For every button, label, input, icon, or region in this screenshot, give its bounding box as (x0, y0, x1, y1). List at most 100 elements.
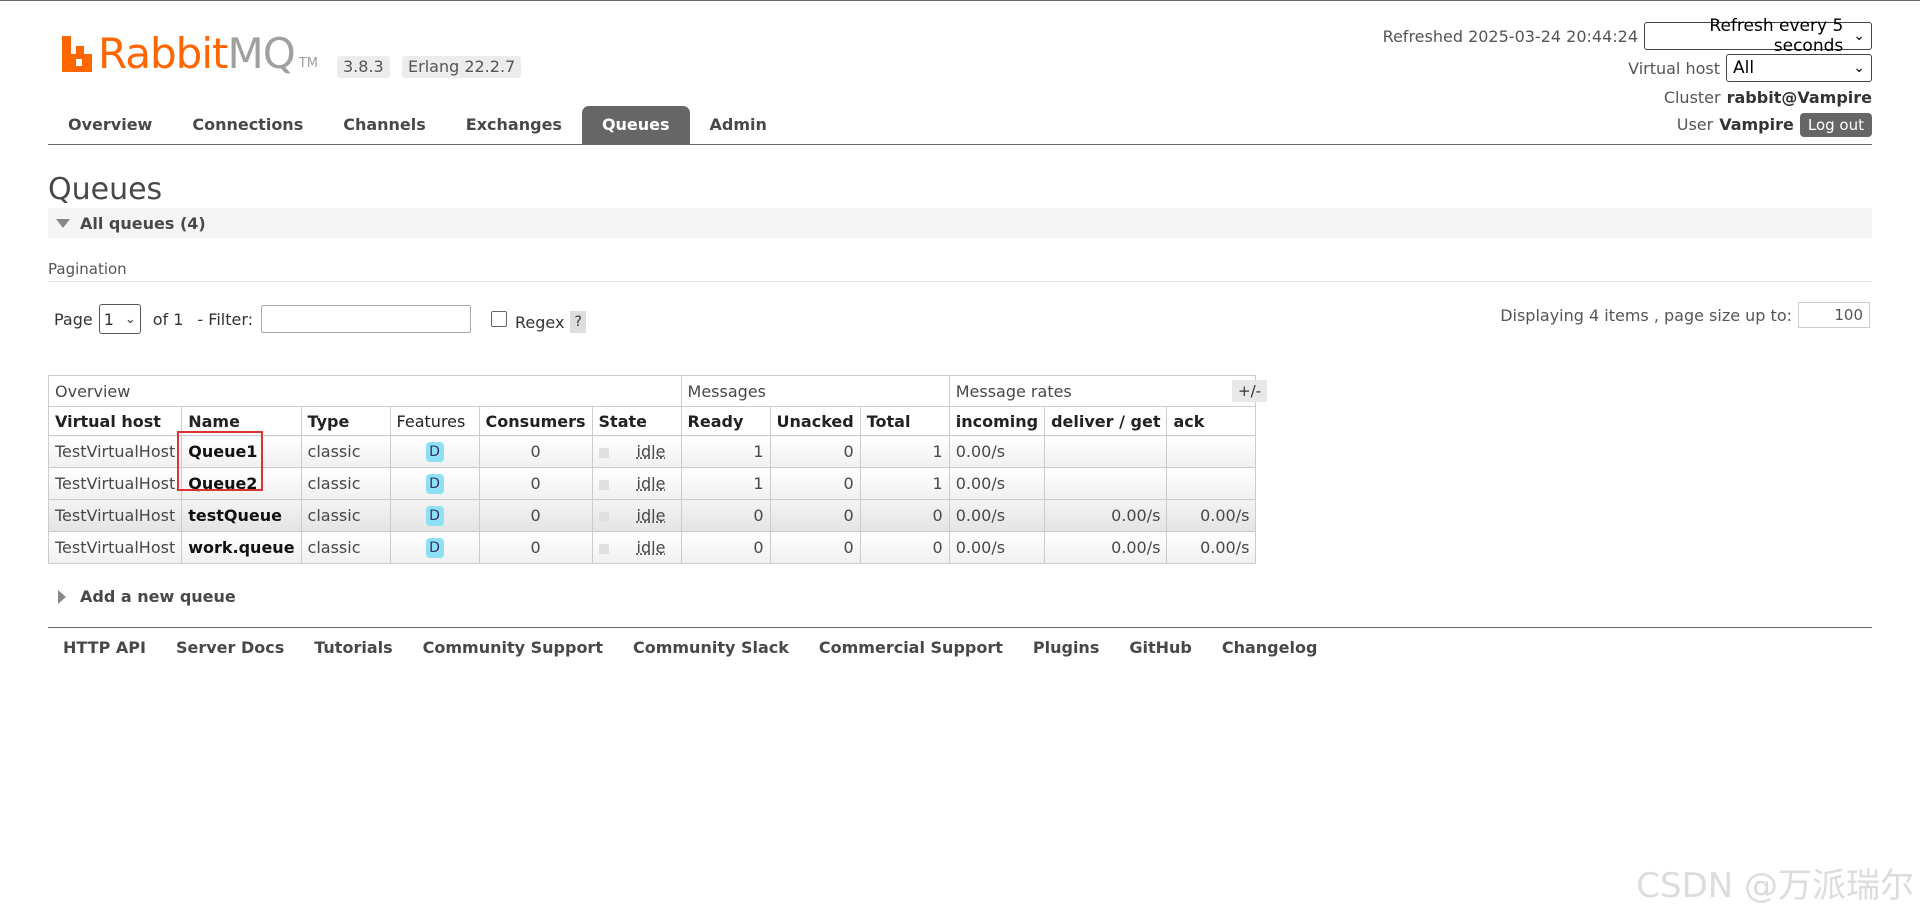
state-text: idle (636, 506, 666, 525)
cell-features: D (389, 531, 480, 564)
cell-unacked: 0 (769, 499, 861, 532)
cell-state: idle (591, 467, 682, 500)
page-of-label: of 1 (152, 309, 184, 329)
cell-consumers: 0 (478, 435, 593, 468)
virtual-host-value: All (1733, 58, 1755, 78)
col-virtual-host[interactable]: Virtual host (47, 406, 183, 436)
footer-link-commercial-support[interactable]: Commercial Support (819, 638, 1003, 657)
footer-link-http-api[interactable]: HTTP API (63, 638, 146, 657)
durable-feature-badge: D (425, 506, 444, 526)
virtual-host-select[interactable]: All ⌄ (1726, 54, 1872, 82)
filter-label: - Filter: (197, 309, 254, 329)
logo-text-rabbit: Rabbit (98, 29, 228, 78)
tab-exchanges[interactable]: Exchanges (446, 106, 582, 144)
tab-overview[interactable]: Overview (48, 106, 172, 144)
footer-link-server-docs[interactable]: Server Docs (176, 638, 284, 657)
cell-features: D (389, 435, 480, 468)
footer-divider (48, 627, 1872, 628)
logout-button[interactable]: Log out (1799, 112, 1872, 137)
durable-feature-badge: D (425, 538, 444, 558)
virtual-host-label: Virtual host (1628, 58, 1720, 78)
col-deliver-get[interactable]: deliver / get (1044, 406, 1168, 436)
queue-name-link[interactable]: testQueue (181, 499, 302, 532)
refreshed-timestamp: Refreshed 2025-03-24 20:44:24 (1382, 26, 1638, 46)
cell-ack (1166, 435, 1257, 468)
cell-consumers: 0 (478, 531, 593, 564)
col-state[interactable]: State (591, 406, 682, 436)
all-queues-section-toggle[interactable]: All queues (4) (48, 208, 1872, 238)
col-type[interactable]: Type (300, 406, 391, 436)
expand-triangle-icon (58, 589, 66, 604)
erlang-version-badge: Erlang 22.2.7 (402, 56, 522, 78)
cluster-label: Cluster (1663, 88, 1721, 107)
col-ready[interactable]: Ready (680, 406, 771, 436)
col-consumers[interactable]: Consumers (478, 406, 593, 436)
group-messages: Messages (680, 375, 950, 407)
footer-link-changelog[interactable]: Changelog (1222, 638, 1318, 657)
regex-label: Regex (515, 312, 565, 332)
regex-help-button[interactable]: ? (570, 311, 586, 333)
refresh-interval-value: Refresh every 5 seconds (1709, 16, 1844, 56)
footer-link-community-support[interactable]: Community Support (423, 638, 603, 657)
column-toggle-button[interactable]: +/- (1232, 380, 1268, 402)
footer-link-community-slack[interactable]: Community Slack (633, 638, 789, 657)
col-features: Features (389, 406, 480, 436)
queue-name-link[interactable]: work.queue (181, 531, 302, 564)
page-title: Queues (48, 172, 163, 207)
cell-type: classic (300, 531, 391, 564)
user-label: User (1676, 115, 1714, 134)
page-size-input[interactable]: 100 (1798, 302, 1870, 328)
col-unacked[interactable]: Unacked (769, 406, 861, 436)
cell-state: idle (591, 435, 682, 468)
logo-text-mq: MQ (227, 29, 295, 78)
rabbitmq-logo[interactable]: Rabbit MQ TM (62, 32, 318, 76)
cell-total: 0 (859, 499, 950, 532)
cell-incoming: 0.00/s (948, 467, 1046, 500)
pagination-divider (48, 281, 1872, 282)
cell-unacked: 0 (769, 531, 861, 564)
cell-total: 0 (859, 531, 950, 564)
pagination-controls: Page 1 ⌄ of 1 - Filter: Regex ? (54, 304, 586, 334)
cell-type: classic (300, 435, 391, 468)
cell-vhost: TestVirtualHost (47, 531, 183, 564)
col-total[interactable]: Total (859, 406, 950, 436)
cell-total: 1 (859, 435, 950, 468)
footer-link-tutorials[interactable]: Tutorials (314, 638, 392, 657)
state-text: idle (636, 442, 666, 461)
durable-feature-badge: D (425, 474, 444, 494)
refresh-interval-select[interactable]: Refresh every 5 seconds ⌄ (1644, 16, 1872, 56)
collapse-triangle-icon (56, 218, 70, 228)
col-incoming[interactable]: incoming (948, 406, 1046, 436)
cell-deliver-get (1044, 435, 1168, 468)
cell-incoming: 0.00/s (948, 531, 1046, 564)
nav-divider (48, 144, 1872, 145)
table-row: TestVirtualHost testQueue classic D 0 id… (47, 499, 1257, 532)
cell-state: idle (591, 499, 682, 532)
add-queue-section-toggle[interactable]: Add a new queue (58, 587, 236, 606)
cell-deliver-get: 0.00/s (1044, 531, 1168, 564)
state-indicator-icon (598, 447, 609, 458)
tab-connections[interactable]: Connections (172, 106, 323, 144)
page-select[interactable]: 1 ⌄ (98, 304, 141, 334)
column-group-row: Overview Messages Message rates (48, 375, 1257, 407)
filter-input[interactable] (261, 305, 472, 333)
regex-checkbox[interactable] (491, 311, 508, 327)
footer-link-github[interactable]: GitHub (1129, 638, 1192, 657)
footer-link-plugins[interactable]: Plugins (1033, 638, 1099, 657)
tab-channels[interactable]: Channels (323, 106, 446, 144)
rabbitmq-logo-icon (62, 36, 92, 72)
chevron-down-icon: ⌄ (1853, 28, 1865, 44)
state-indicator-icon (598, 543, 609, 554)
highlight-box (177, 431, 263, 491)
chevron-down-icon: ⌄ (124, 311, 136, 327)
pagination-label: Pagination (48, 260, 127, 278)
tab-queues[interactable]: Queues (581, 106, 690, 144)
col-ack[interactable]: ack (1166, 406, 1257, 436)
header-status-panel: Refreshed 2025-03-24 20:44:24 Refresh ev… (1382, 16, 1872, 138)
cell-vhost: TestVirtualHost (47, 435, 183, 468)
group-overview: Overview (48, 375, 682, 407)
tab-admin[interactable]: Admin (690, 106, 787, 144)
cell-type: classic (300, 499, 391, 532)
csdn-watermark: CSDN @万派瑞尔 (1636, 866, 1914, 906)
footer-links: HTTP API Server Docs Tutorials Community… (63, 638, 1347, 657)
